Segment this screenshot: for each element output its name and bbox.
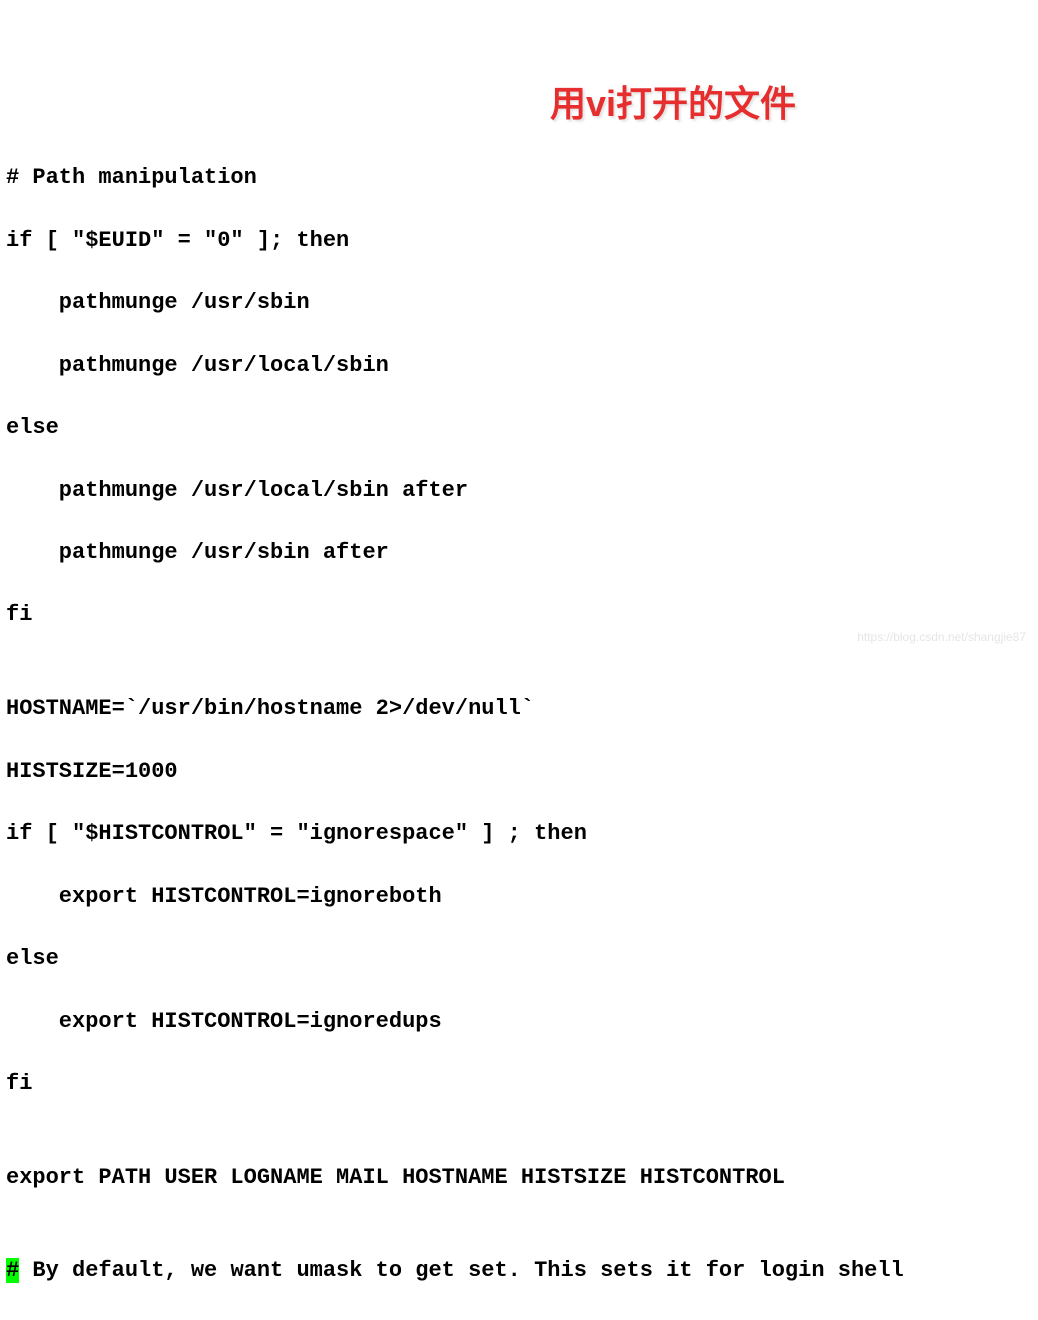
code-line: export HISTCONTROL=ignoreboth <box>6 881 1032 912</box>
code-line: pathmunge /usr/sbin after <box>6 537 1032 568</box>
code-line: HOSTNAME=`/usr/bin/hostname 2>/dev/null` <box>6 693 1032 724</box>
code-line: if [ "$EUID" = "0" ]; then <box>6 225 1032 256</box>
code-line: export HISTCONTROL=ignoredups <box>6 1006 1032 1037</box>
code-line: else <box>6 943 1032 974</box>
annotation-label: 用vi打开的文件 <box>550 78 796 129</box>
code-line: fi <box>6 1068 1032 1099</box>
code-line: # Path manipulation <box>6 162 1032 193</box>
code-line: if [ "$HISTCONTROL" = "ignorespace" ] ; … <box>6 818 1032 849</box>
code-line: export PATH USER LOGNAME MAIL HOSTNAME H… <box>6 1162 1032 1193</box>
code-line: fi <box>6 599 1032 630</box>
code-line: HISTSIZE=1000 <box>6 756 1032 787</box>
watermark-text: https://blog.csdn.net/shangjie87 <box>857 629 1026 646</box>
code-line: pathmunge /usr/local/sbin after <box>6 475 1032 506</box>
code-line: pathmunge /usr/local/sbin <box>6 350 1032 381</box>
cursor-block: # <box>6 1258 19 1283</box>
cursor-line: # By default, we want umask to get set. … <box>6 1255 1032 1286</box>
code-line: pathmunge /usr/sbin <box>6 287 1032 318</box>
code-line: else <box>6 412 1032 443</box>
cursor-line-rest: By default, we want umask to get set. Th… <box>19 1258 904 1283</box>
vi-editor-view[interactable]: # Path manipulation if [ "$EUID" = "0" ]… <box>6 131 1032 1318</box>
